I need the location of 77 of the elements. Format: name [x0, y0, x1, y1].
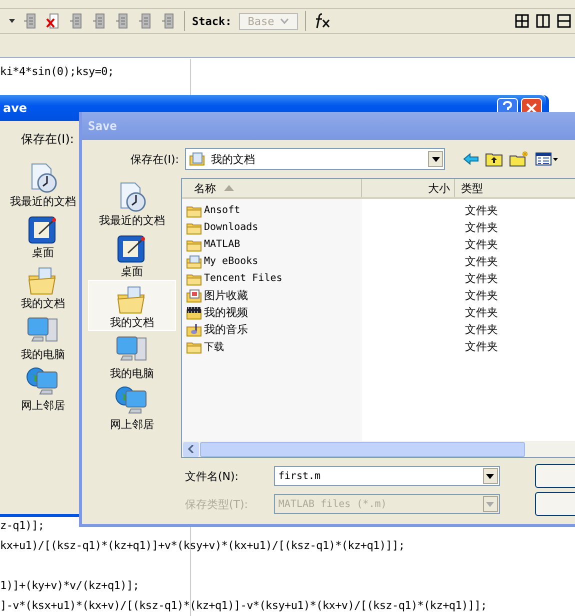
- file-type: 文件夹: [464, 220, 498, 235]
- column-header[interactable]: 类型: [455, 179, 575, 197]
- file-name[interactable]: My eBooks: [204, 256, 258, 267]
- caret-icon: [486, 502, 494, 506]
- file-type-label: 保存类型(T):: [185, 496, 250, 512]
- pictures-folder-icon: [186, 288, 202, 302]
- file-type: 文件夹: [464, 237, 498, 252]
- column-header[interactable]: 大小: [362, 179, 455, 197]
- place-item[interactable]: 我的文档: [88, 280, 176, 331]
- place-label: 桌面: [32, 245, 54, 260]
- save-button[interactable]: [534, 464, 575, 488]
- code-line: ki*4*sin(0);ksy=0;: [0, 64, 115, 80]
- filename-label: 文件名(N):: [185, 468, 240, 484]
- place-label: 我最近的文档: [10, 194, 76, 209]
- rows-layout-icon[interactable]: [557, 14, 571, 28]
- folder-icon: [186, 340, 202, 354]
- place-item[interactable]: 桌面: [88, 229, 176, 280]
- code-line: ]-v*(ksx+u1)*(kx+v)/[(ksz-q1)*(kz+q1)]-v*(ksy+u1)*(kx+v)/[(ksz-q1)*(kz+q1)]];: [0, 598, 488, 614]
- caret-icon[interactable]: [8, 18, 16, 24]
- file-type: 文件夹: [464, 339, 498, 354]
- file-name[interactable]: Tencent Files: [204, 273, 282, 284]
- desktop-icon: [27, 215, 59, 245]
- grid-layout-icon[interactable]: [515, 14, 529, 28]
- file-name[interactable]: 下载: [204, 340, 224, 354]
- file-type: 文件夹: [464, 288, 498, 303]
- view-menu-icon[interactable]: [535, 152, 559, 166]
- folder-icon: [186, 220, 202, 234]
- file-name[interactable]: 我的视频: [204, 305, 248, 320]
- file-type: 文件夹: [464, 305, 498, 320]
- horizontal-scrollbar[interactable]: [182, 441, 575, 457]
- file-type: 文件夹: [464, 254, 498, 269]
- place-label: 我的电脑: [21, 347, 65, 362]
- new-folder-icon[interactable]: [509, 151, 529, 167]
- caret-icon: [280, 18, 290, 24]
- back-arrow-icon[interactable]: [463, 153, 479, 165]
- place-item[interactable]: 我的电脑: [88, 331, 176, 382]
- file-type: 文件夹: [464, 203, 498, 218]
- code-line: 1)]+(ky+v)*v/(kz+q1)];: [0, 578, 140, 594]
- file-type: 文件夹: [464, 322, 498, 337]
- folder-icon: [186, 238, 202, 252]
- dropdown-button[interactable]: [428, 151, 443, 167]
- documents-folder-icon: [189, 152, 205, 166]
- caret-icon: [432, 156, 440, 162]
- place-item[interactable]: 我最近的文档: [88, 178, 176, 229]
- file-type: 文件夹: [464, 271, 498, 286]
- caret-icon: [486, 474, 494, 478]
- dialog-title: ave: [3, 101, 28, 115]
- dropdown-button[interactable]: [482, 468, 498, 484]
- file-name[interactable]: Ansoft: [204, 205, 240, 216]
- place-label: 我的文档: [21, 296, 65, 311]
- save-in-label: 保存在(I):: [129, 152, 179, 166]
- desktop-icon: [116, 234, 148, 264]
- dialog-title: Save: [88, 119, 117, 133]
- location-dropdown[interactable]: 我的文档: [185, 148, 445, 170]
- place-label: 网上邻居: [21, 398, 65, 413]
- columns-layout-icon[interactable]: [536, 14, 550, 28]
- file-name[interactable]: Downloads: [204, 222, 258, 233]
- film-folder-icon: [186, 306, 202, 320]
- file-name[interactable]: MATLAB: [204, 239, 240, 250]
- up-folder-icon[interactable]: [485, 151, 503, 167]
- save-in-label: 保存在(I):: [21, 132, 74, 146]
- filename-field[interactable]: first.m: [274, 466, 500, 486]
- folder-icon: [186, 272, 202, 286]
- scroll-thumb[interactable]: [200, 442, 525, 456]
- cancel-button[interactable]: [534, 492, 575, 516]
- code-line: kx+u1)/[(ksz-q1)*(kz+q1)]+v*(ksy+v)*(kx+u1)/[(ksz-q1)*(kz+q1)]];: [0, 538, 406, 554]
- folder-icon: [186, 204, 202, 218]
- column-header[interactable]: 名称: [182, 179, 362, 197]
- file-name[interactable]: 图片收藏: [204, 288, 248, 303]
- place-item[interactable]: 网上邻居: [88, 382, 176, 433]
- music-folder-icon: [186, 322, 202, 336]
- location-value: 我的文档: [211, 152, 256, 166]
- sort-arrow-icon: [224, 185, 234, 191]
- documents-folder-icon: [186, 254, 202, 268]
- file-name[interactable]: 我的音乐: [204, 322, 248, 337]
- code-line: z-q1)];: [0, 518, 46, 534]
- stack-label: Stack:: [192, 14, 232, 28]
